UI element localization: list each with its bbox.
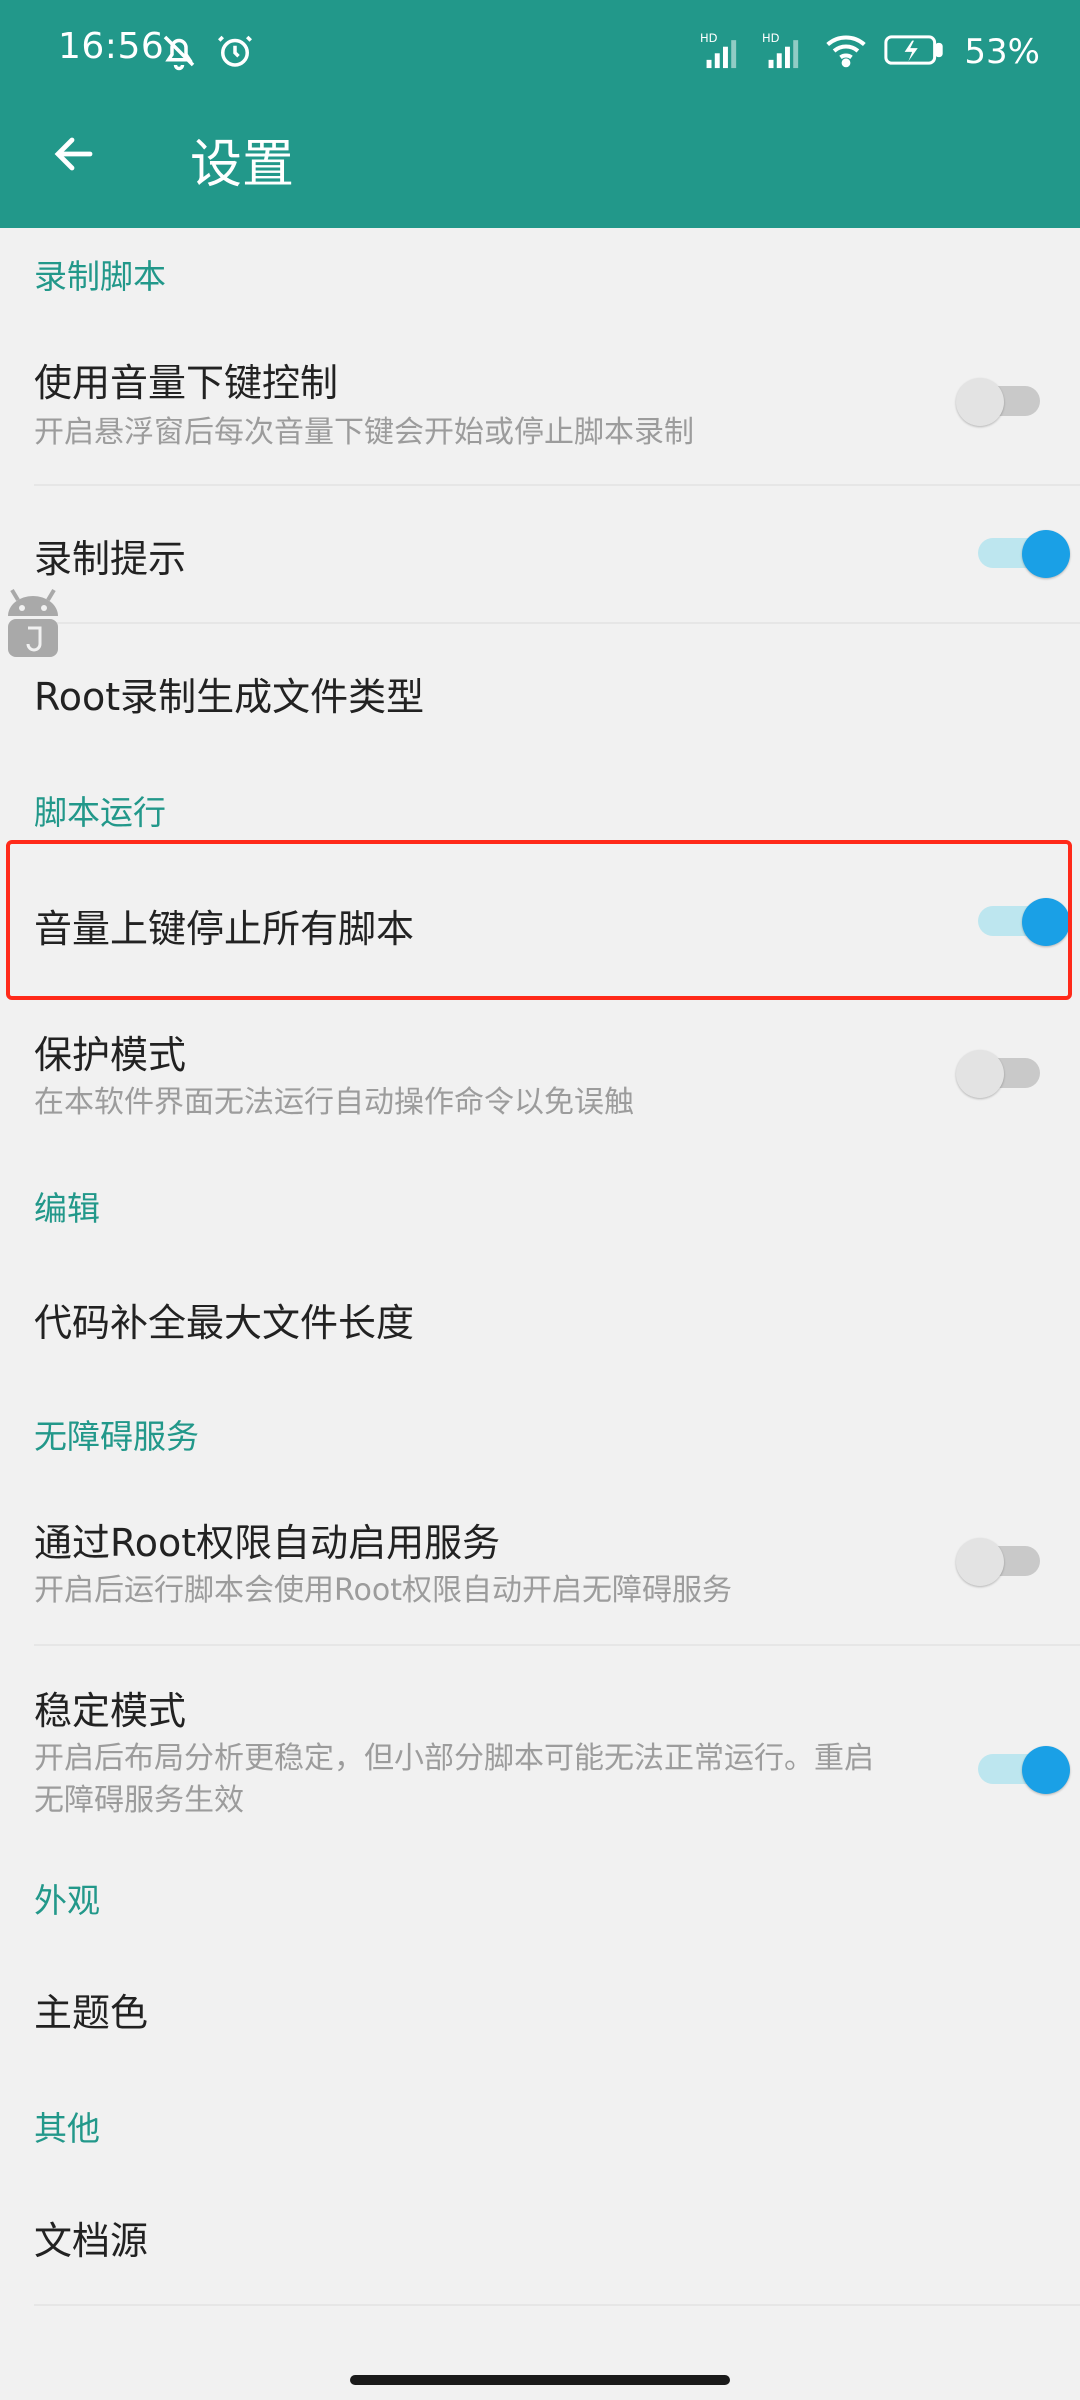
setting-doc-source[interactable]: 文档源	[0, 2168, 1080, 2304]
setting-subtitle-line2: 无障碍服务生效	[34, 1783, 244, 1818]
setting-max-file-length[interactable]: 代码补全最大文件长度	[0, 1250, 1080, 1386]
setting-title: 主题色	[34, 1991, 149, 2035]
setting-title: 代码补全最大文件长度	[34, 1301, 415, 1345]
section-header-accessibility: 无障碍服务	[34, 1417, 199, 1456]
home-indicator[interactable]	[350, 2375, 730, 2385]
setting-subtitle: 在本软件界面无法运行自动操作命令以免误触	[34, 1085, 634, 1120]
app-header: 16:56 HD HD 53% 设置	[0, 0, 1080, 228]
switch-thumb	[1022, 530, 1070, 578]
setting-title: 文档源	[34, 2219, 149, 2263]
page-title: 设置	[190, 135, 295, 195]
section-header-appearance: 外观	[34, 1881, 100, 1920]
setting-title: 稳定模式	[34, 1689, 187, 1733]
wifi-icon	[824, 31, 868, 73]
setting-subtitle-line1: 开启后布局分析更稳定，但小部分脚本可能无法正常运行。重启	[34, 1741, 874, 1776]
setting-title: 使用音量下键控制	[34, 361, 339, 405]
status-right-icons: HD HD 53%	[700, 30, 1040, 74]
section-header-editor: 编辑	[34, 1189, 100, 1228]
android-robot-icon[interactable]	[0, 586, 66, 664]
setting-title: 通过Root权限自动启用服务	[34, 1521, 501, 1565]
setting-protect-mode[interactable]: 保护模式 在本软件界面无法运行自动操作命令以免误触	[0, 1010, 1080, 1160]
signal-hd-icon: HD	[700, 30, 746, 74]
switch-thumb	[956, 378, 1004, 426]
battery-percent: 53%	[964, 32, 1040, 72]
setting-title: 录制提示	[34, 537, 187, 581]
alarm-icon	[214, 30, 256, 76]
status-time: 16:56	[58, 26, 165, 67]
battery-charging-icon	[884, 33, 944, 71]
setting-title: Root录制生成文件类型	[34, 675, 425, 719]
svg-text:HD: HD	[762, 31, 780, 45]
switch-thumb	[956, 1050, 1004, 1098]
setting-root-file-type[interactable]: Root录制生成文件类型	[0, 624, 1080, 760]
bell-muted-icon	[158, 30, 200, 76]
highlight-box	[6, 840, 1072, 1000]
switch-thumb	[956, 1538, 1004, 1586]
section-header-recording: 录制脚本	[34, 257, 166, 296]
protect-mode-switch[interactable]	[956, 1050, 1040, 1098]
root-auto-enable-switch[interactable]	[956, 1538, 1040, 1586]
record-tips-switch[interactable]	[978, 530, 1070, 578]
section-header-other: 其他	[34, 2109, 100, 2148]
switch-thumb	[1022, 1746, 1070, 1794]
stable-mode-switch[interactable]	[978, 1746, 1070, 1794]
setting-stable-mode[interactable]: 稳定模式 开启后布局分析更稳定，但小部分脚本可能无法正常运行。重启 无障碍服务生…	[0, 1646, 1080, 1824]
arrow-left-icon	[54, 137, 93, 171]
setting-volume-down-control[interactable]: 使用音量下键控制 开启悬浮窗后每次音量下键会开始或停止脚本录制	[0, 330, 1080, 480]
status-bar: 16:56 HD HD 53%	[0, 0, 1080, 100]
svg-text:HD: HD	[700, 31, 718, 45]
back-button[interactable]	[44, 124, 104, 184]
setting-subtitle: 开启悬浮窗后每次音量下键会开始或停止脚本录制	[34, 415, 694, 450]
signal-hd-icon-2: HD	[762, 30, 808, 74]
volume-down-switch[interactable]	[956, 378, 1040, 426]
setting-root-auto-enable[interactable]: 通过Root权限自动启用服务 开启后运行脚本会使用Root权限自动开启无障碍服务	[0, 1496, 1080, 1646]
setting-subtitle: 开启后运行脚本会使用Root权限自动开启无障碍服务	[34, 1573, 732, 1608]
section-header-running: 脚本运行	[34, 793, 166, 832]
setting-theme-color[interactable]: 主题色	[0, 1940, 1080, 2076]
setting-title: 保护模式	[34, 1033, 187, 1077]
divider	[34, 2304, 1080, 2306]
status-left-icons	[158, 30, 256, 76]
setting-record-tips[interactable]: 录制提示	[0, 486, 1080, 622]
